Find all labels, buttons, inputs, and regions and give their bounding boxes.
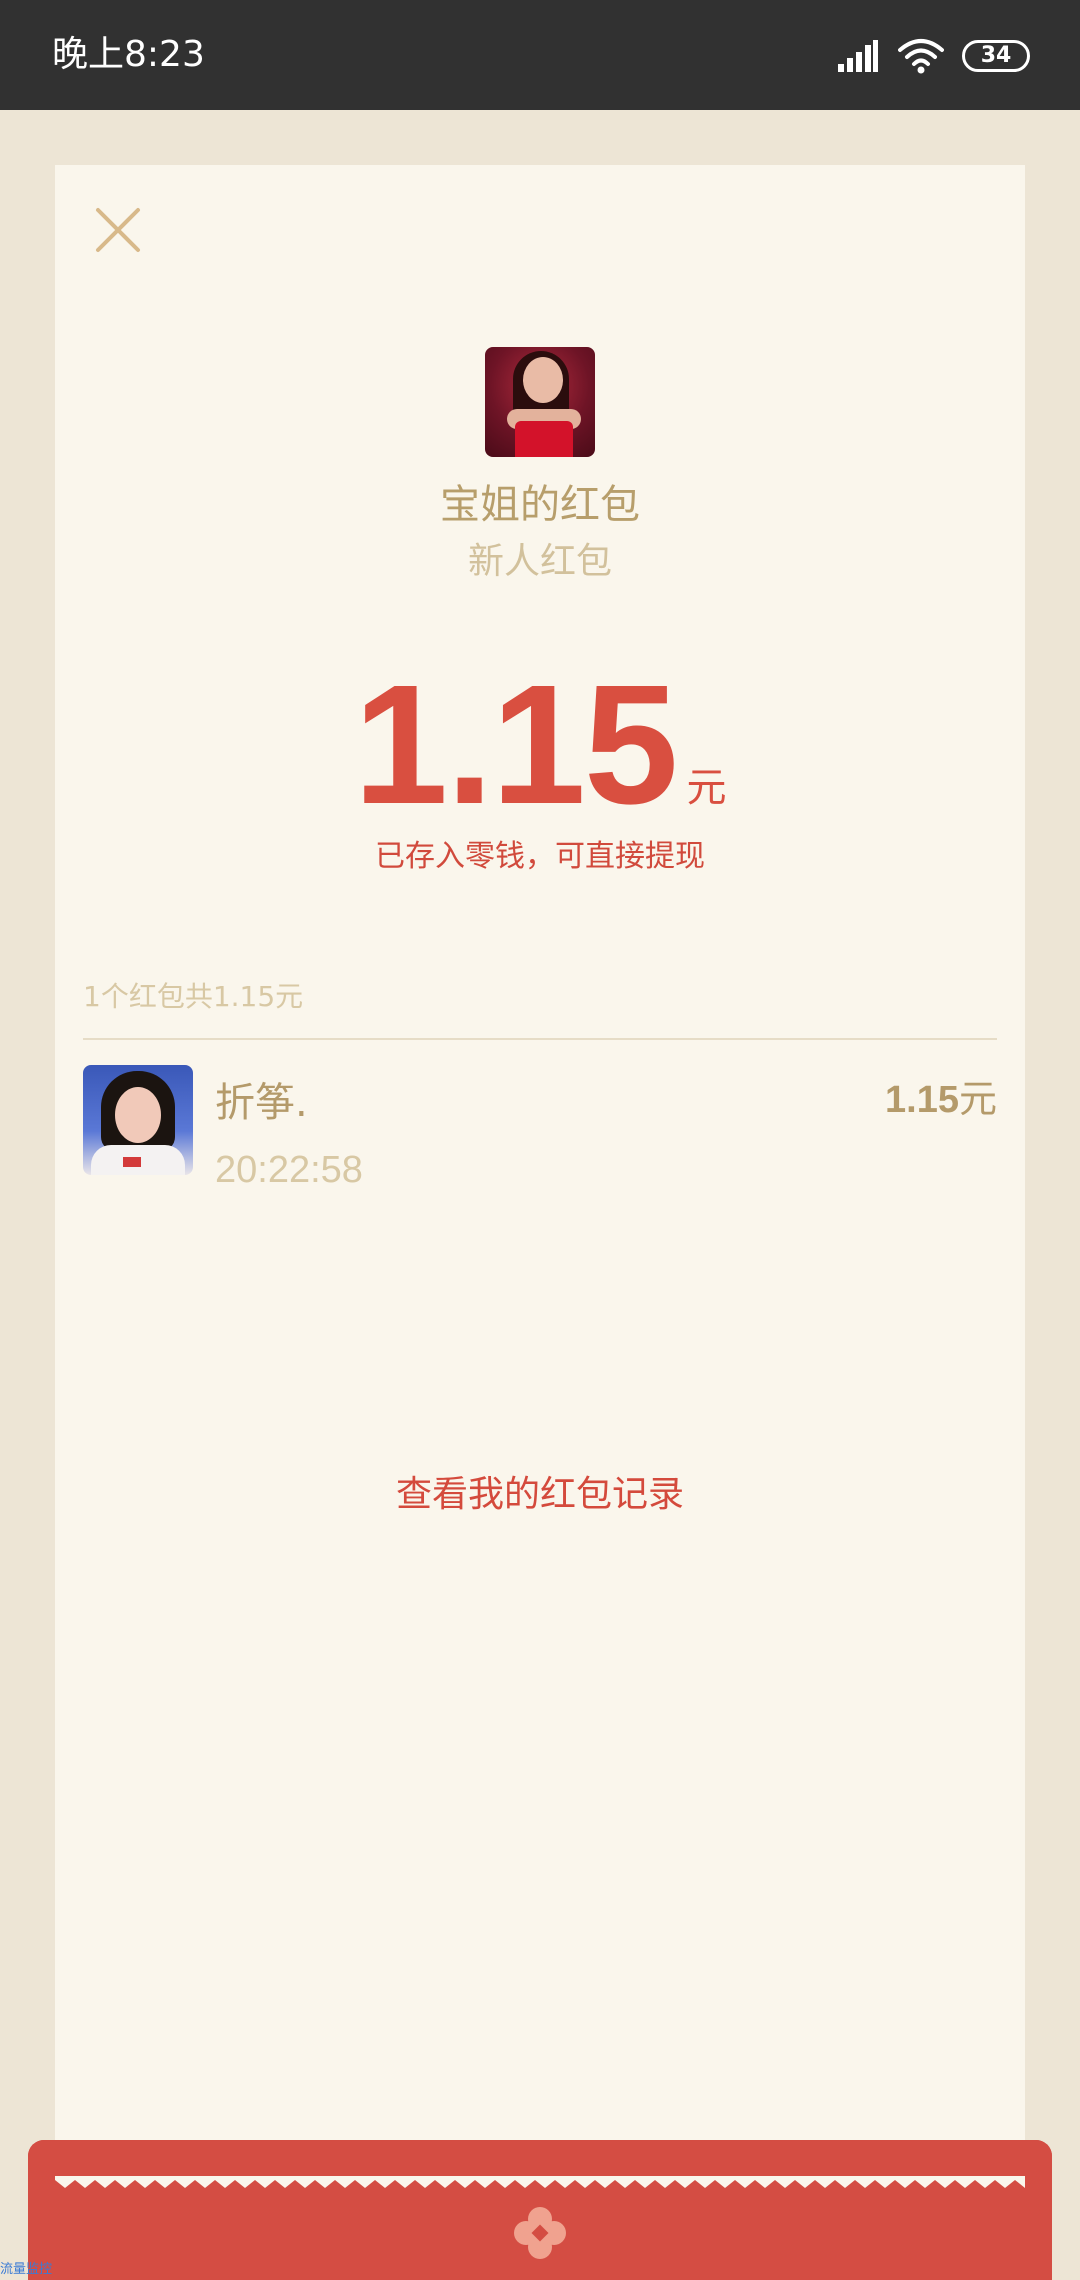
zigzag-edge — [55, 2176, 1025, 2188]
watermark-text: 流量监控 — [0, 2262, 53, 2277]
status-bar: 晚上8:23 34 — [0, 0, 1080, 110]
sender-title: 宝姐的红包 — [440, 482, 640, 528]
amount-value: 1.15 — [353, 650, 679, 840]
receiver-amount-unit: 元 — [958, 1077, 997, 1121]
receive-time: 20:22:58 — [215, 1149, 363, 1191]
packet-type-label: 新人红包 — [467, 541, 612, 582]
receiver-record-row[interactable]: 折筝. 20:22:58 1.15元 — [83, 1065, 997, 1195]
status-time: 晚上8:23 — [52, 34, 205, 75]
battery-level: 34 — [980, 43, 1012, 68]
amount-unit: 元 — [686, 765, 727, 811]
receiver-amount: 1.15元 — [885, 1073, 997, 1126]
red-packet-detail-card: 宝姐的红包 新人红包 1.15 元 已存入零钱，可直接提现 1个红包共1.15元… — [55, 165, 1025, 2280]
receiver-amount-value: 1.15 — [885, 1079, 959, 1121]
receiver-name: 折筝. — [215, 1080, 308, 1126]
flower-icon — [514, 2207, 566, 2259]
close-icon[interactable] — [93, 205, 143, 255]
divider — [83, 1038, 997, 1040]
wifi-icon — [898, 39, 944, 74]
battery-indicator: 34 — [962, 40, 1030, 72]
amount-display: 1.15 元 — [55, 650, 1025, 830]
deposit-note-link[interactable]: 已存入零钱，可直接提现 — [55, 835, 1025, 879]
view-history-link[interactable]: 查看我的红包记录 — [55, 1467, 1025, 1523]
signal-icon — [838, 40, 878, 72]
receiver-avatar[interactable] — [83, 1065, 193, 1175]
sender-avatar[interactable] — [485, 347, 595, 457]
packet-summary: 1个红包共1.15元 — [83, 980, 304, 1013]
status-icons: 34 — [838, 36, 1030, 76]
